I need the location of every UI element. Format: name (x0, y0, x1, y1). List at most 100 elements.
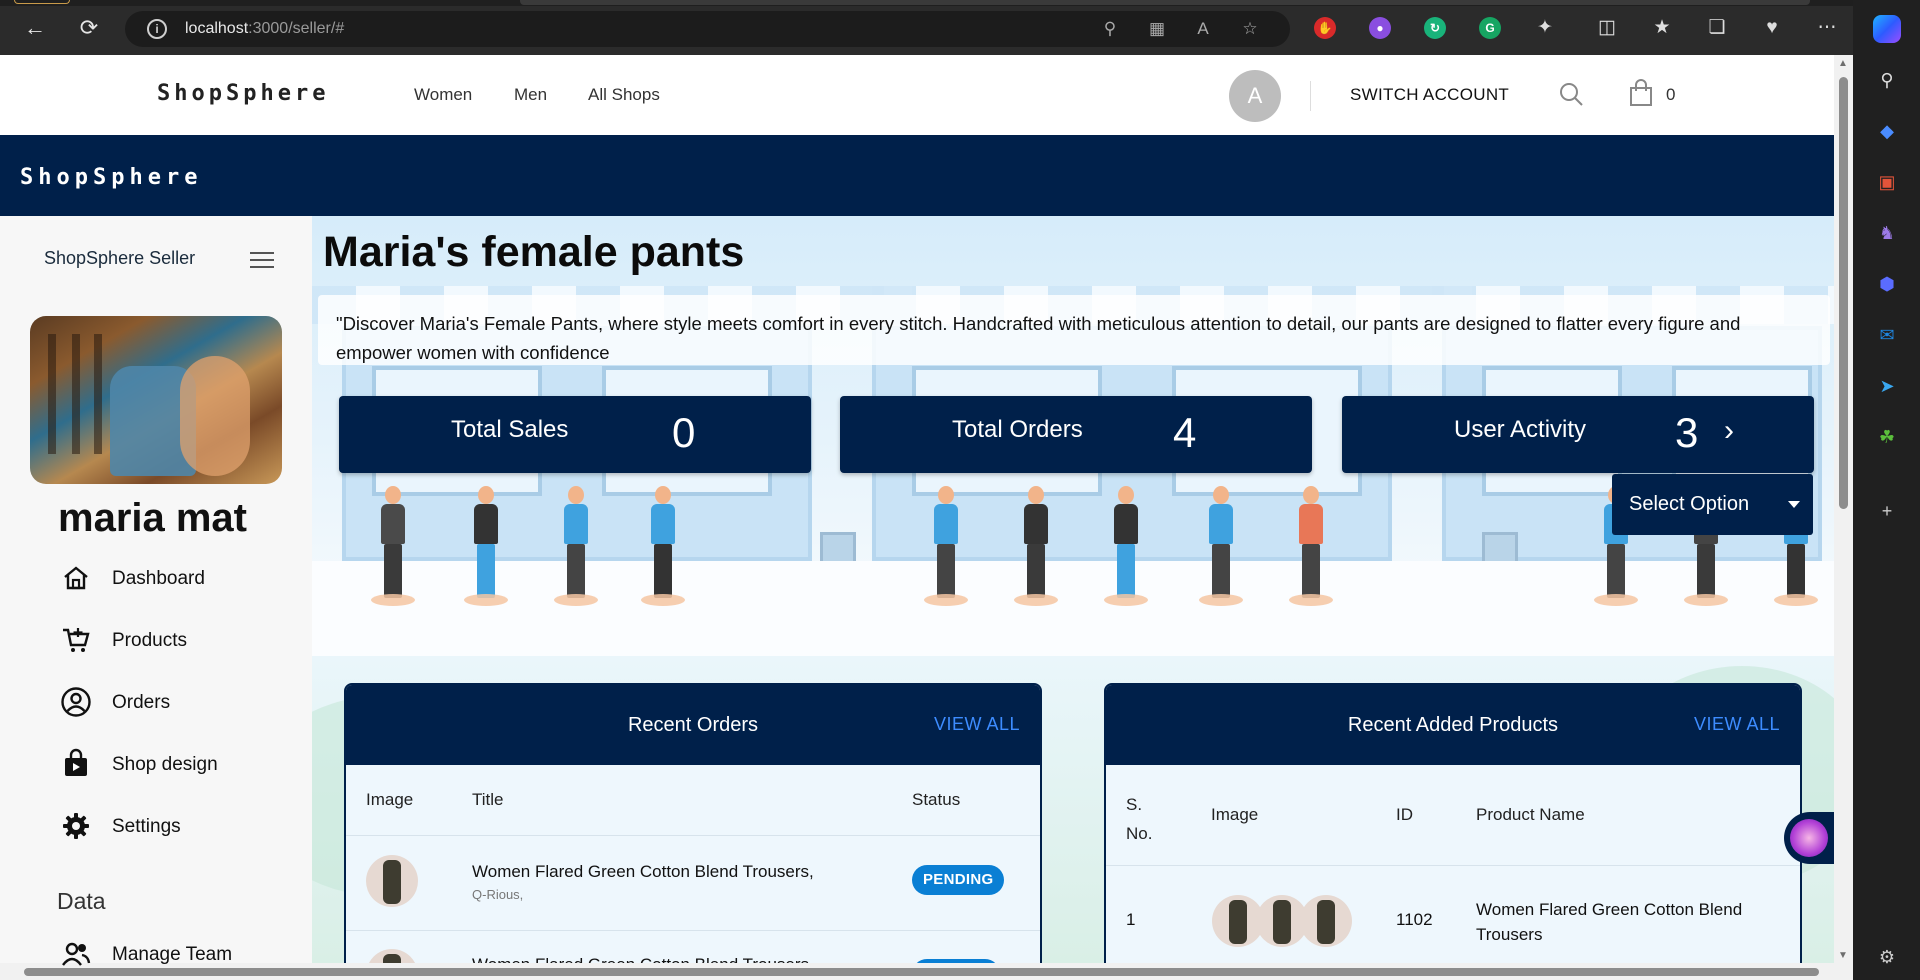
description-text: "Discover Maria's Female Pants, where st… (336, 313, 1741, 363)
panel-header: Recent Orders VIEW ALL (346, 685, 1040, 765)
logo[interactable]: ShopSphere (157, 81, 329, 106)
nav-men[interactable]: Men (514, 85, 547, 105)
outlook-icon[interactable]: ✉ (1873, 321, 1901, 349)
floating-assistant-button[interactable] (1784, 812, 1834, 864)
select-label: Select Option (1629, 493, 1750, 515)
sidebar-item-products[interactable]: Products (60, 620, 300, 660)
url-text: localhost:3000/seller/# (185, 20, 345, 37)
column-header: Product Name (1476, 805, 1585, 824)
hamburger-menu-icon[interactable] (250, 252, 274, 268)
globe-extension-icon[interactable]: ● (1369, 17, 1391, 39)
shopping-bag-icon[interactable] (1628, 79, 1654, 107)
switch-account-button[interactable]: SWITCH ACCOUNT (1350, 85, 1509, 105)
refresh-extension-icon[interactable]: ↻ (1424, 17, 1446, 39)
reload-icon[interactable]: ⟳ (75, 14, 103, 42)
sidebar-item-label: Orders (112, 692, 171, 713)
divider (346, 835, 1040, 836)
select-option-dropdown[interactable]: Select Option (1612, 474, 1813, 535)
tag-icon[interactable]: ◆ (1873, 117, 1901, 145)
order-title[interactable]: Women Flared Green Cotton Blend Trousers… (472, 862, 814, 882)
settings-icon[interactable]: ⚙ (1873, 943, 1901, 971)
sidebar-item-label: Settings (112, 816, 181, 837)
cart-count: 0 (1666, 85, 1676, 104)
collections-icon[interactable]: ❏ (1705, 16, 1729, 40)
chess-icon[interactable]: ♞ (1873, 219, 1901, 247)
telegram-icon[interactable]: ➤ (1873, 372, 1901, 400)
avatar[interactable]: A (1229, 70, 1281, 122)
product-name[interactable]: Women Flared Green Cotton Blend Trousers (1476, 897, 1776, 947)
recent-orders-panel: Recent Orders VIEW ALL Image Title Statu… (344, 683, 1042, 963)
view-all-orders-link[interactable]: VIEW ALL (934, 714, 1020, 735)
split-screen-icon[interactable]: ◫ (1595, 16, 1619, 40)
order-title[interactable]: Women Flared Green Cotton Blend Trousers… (472, 955, 814, 963)
vertical-scrollbar[interactable]: ▲ ▼ (1834, 55, 1853, 980)
tree-icon[interactable]: ☘ (1873, 423, 1901, 451)
divider (1310, 81, 1311, 111)
scroll-down-icon[interactable]: ▼ (1838, 950, 1848, 961)
stat-user-activity[interactable]: User Activity 3 › (1342, 396, 1814, 473)
serial-number: 1 (1126, 910, 1136, 929)
sidebar-item-label: Products (112, 630, 187, 651)
app-grid-icon[interactable]: ▦ (1147, 19, 1167, 39)
scrollbar-thumb[interactable] (1839, 77, 1848, 509)
toolbox-icon[interactable]: ▣ (1873, 168, 1901, 196)
grammarly-icon[interactable]: G (1479, 17, 1501, 39)
stat-label: User Activity (1454, 416, 1587, 443)
assistant-icon (1790, 819, 1828, 857)
favorites-icon[interactable]: ★ (1650, 16, 1674, 40)
sidebar-item-manage-team[interactable]: Manage Team (60, 934, 300, 974)
page-title: Maria's female pants (323, 228, 745, 276)
stat-value: 0 (672, 409, 696, 456)
column-header: Image (1211, 805, 1259, 824)
stat-value: 4 (1173, 409, 1197, 456)
browser-sidebar: ⚲ ◆ ▣ ♞ ⬢ ✉ ➤ ☘ + ⚙ (1853, 0, 1920, 980)
view-all-products-link[interactable]: VIEW ALL (1694, 714, 1780, 735)
cart-plus-icon (63, 628, 90, 652)
product-image (1300, 895, 1352, 947)
nav-women[interactable]: Women (414, 85, 472, 105)
divider (346, 930, 1040, 931)
status-badge (912, 959, 1000, 963)
sidebar-item-dashboard[interactable]: Dashboard (60, 558, 300, 598)
nav-all-shops[interactable]: All Shops (588, 85, 660, 105)
panel-header: Recent Added Products VIEW ALL (1106, 685, 1800, 765)
seller-sidebar: ShopSphere Seller maria mat Dashboard Pr… (0, 216, 312, 966)
stat-label: Total Orders (952, 416, 1083, 443)
sidebar-item-orders[interactable]: Orders (60, 682, 300, 722)
brand-title: ShopSphere (20, 165, 203, 190)
read-aloud-icon[interactable]: A (1193, 19, 1213, 39)
sidebar-item-shop-design[interactable]: Shop design (60, 744, 300, 784)
back-icon[interactable]: ← (21, 14, 49, 42)
chevron-right-icon[interactable]: › (1724, 414, 1734, 448)
column-header: Title (472, 790, 504, 809)
scroll-up-icon[interactable]: ▲ (1838, 58, 1848, 69)
favorite-star-icon[interactable]: ☆ (1240, 19, 1260, 39)
search-icon[interactable] (1558, 81, 1584, 107)
stat-total-orders[interactable]: Total Orders 4 (840, 396, 1312, 473)
browser-tab[interactable] (14, 0, 70, 4)
recent-products-panel: Recent Added Products VIEW ALL S. No. Im… (1104, 683, 1802, 963)
sidebar-item-settings[interactable]: Settings (60, 806, 300, 846)
order-brand: Q-Rious, (472, 887, 524, 902)
copilot-app-icon[interactable]: ⬢ (1873, 270, 1901, 298)
add-icon[interactable]: + (1873, 497, 1901, 525)
key-icon[interactable]: ⚲ (1100, 19, 1120, 39)
performance-icon[interactable]: ♥ (1760, 16, 1784, 40)
extensions-puzzle-icon[interactable]: ✦ (1533, 16, 1557, 40)
stat-label: Total Sales (451, 416, 569, 443)
browser-toolbar: ← ⟳ i localhost:3000/seller/# ⚲ ▦ A ☆ ✋ … (0, 0, 1920, 55)
adblock-extension-icon[interactable]: ✋ (1314, 17, 1336, 39)
address-bar[interactable]: i localhost:3000/seller/# ⚲ ▦ A ☆ (125, 11, 1290, 47)
column-header: S. No. (1126, 795, 1153, 843)
team-icon (62, 942, 91, 966)
search-icon[interactable]: ⚲ (1873, 66, 1901, 94)
site-info-icon[interactable]: i (147, 19, 167, 39)
stat-total-sales[interactable]: Total Sales 0 (339, 396, 811, 473)
column-header: Image (366, 790, 414, 809)
sidebar-item-label: Shop design (112, 754, 218, 775)
copilot-icon[interactable] (1873, 15, 1901, 43)
owner-name: maria mat (58, 496, 247, 540)
more-menu-icon[interactable]: ⋯ (1815, 16, 1839, 40)
status-badge: PENDING (912, 865, 1005, 895)
gear-icon (63, 813, 89, 839)
